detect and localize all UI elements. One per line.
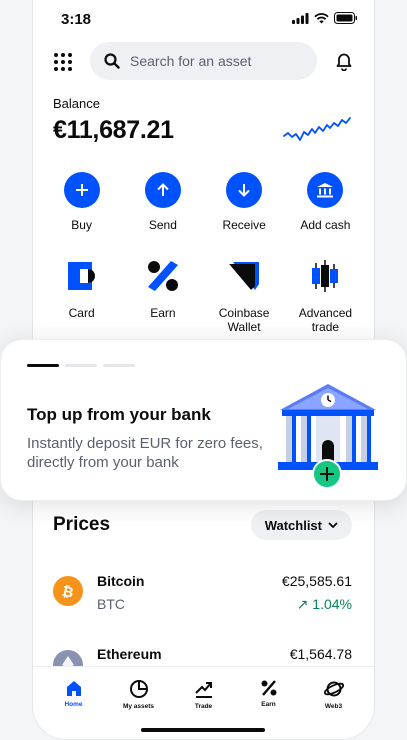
asset-name: Bitcoin	[97, 573, 145, 589]
watchlist-label: Watchlist	[264, 517, 322, 533]
pager-dot[interactable]	[27, 364, 59, 367]
app-grid-icon[interactable]	[53, 52, 73, 72]
wallet-icon	[229, 262, 260, 290]
home-indicator	[141, 728, 265, 732]
action-circle	[226, 172, 263, 208]
tab-trade[interactable]: Trade	[174, 679, 234, 710]
send-button[interactable]: Send	[127, 172, 199, 232]
promo-title: Top up from your bank	[27, 405, 211, 424]
earn-shortcut[interactable]: Earn	[127, 258, 199, 334]
coinbase-wallet-shortcut[interactable]: Coinbase Wallet	[208, 258, 280, 334]
wifi-icon	[314, 12, 329, 23]
action-circle	[144, 172, 181, 208]
tab-my-assets[interactable]: My assets	[109, 679, 169, 710]
pager-dot[interactable]	[65, 364, 97, 367]
promo-body: Instantly deposit EUR for zero fees, dir…	[27, 435, 263, 471]
product-icon-wrap	[64, 258, 100, 294]
asset-change: ↗ 1.04%	[296, 596, 352, 612]
asset-price: €1,564.78	[289, 646, 352, 662]
balance-value: €11,687.21	[53, 116, 174, 144]
buy-button[interactable]: Buy	[46, 172, 118, 232]
promo-pager	[27, 364, 135, 367]
card-icon	[67, 262, 95, 290]
battery-icon	[334, 12, 357, 24]
asset-row-bitcoin[interactable]: ₿ Bitcoin BTC €25,585.61 ↗ 1.04%	[33, 570, 374, 620]
plus-icon	[75, 184, 88, 196]
asset-name: Ethereum	[97, 646, 162, 662]
search-input[interactable]	[130, 53, 300, 69]
action-circle	[307, 172, 344, 208]
product-icon-wrap	[226, 258, 262, 294]
action-circle	[63, 172, 100, 208]
status-bar: 3:18	[33, 0, 374, 40]
quick-actions: Buy Send Receive Add cash	[33, 172, 374, 232]
action-label: Receive	[222, 218, 266, 232]
product-label: Advanced trade	[298, 306, 353, 334]
product-shortcuts: Card Earn Coinbase Wallet Advanced trade	[33, 258, 374, 334]
percent-icon	[147, 261, 178, 291]
pie-chart-icon	[129, 680, 148, 698]
bank-illustration-icon	[278, 384, 378, 489]
tab-list: Home My assets Trade Earn Web3	[33, 667, 374, 710]
product-label: Card	[68, 306, 95, 320]
asset-ticker: BTC	[97, 596, 125, 612]
product-icon-wrap	[145, 258, 181, 294]
promo-card[interactable]: Top up from your bank Instantly deposit …	[0, 339, 407, 501]
status-time: 3:18	[61, 11, 92, 28]
tab-label: My assets	[122, 703, 155, 710]
product-icon-wrap	[307, 258, 343, 294]
advanced-trade-shortcut[interactable]: Advanced trade	[289, 258, 361, 334]
chevron-down-icon	[328, 522, 338, 528]
action-label: Add cash	[300, 218, 351, 232]
card-shortcut[interactable]: Card	[46, 258, 118, 334]
trend-up-icon	[194, 682, 212, 698]
prices-title: Prices	[53, 514, 111, 535]
receive-button[interactable]: Receive	[208, 172, 280, 232]
balance-label: Balance	[53, 96, 100, 111]
notification-bell-icon[interactable]	[334, 51, 354, 71]
tab-label: Earn	[261, 701, 276, 708]
action-label: Buy	[71, 218, 92, 232]
product-label: Coinbase Wallet	[218, 306, 270, 334]
bank-icon	[317, 183, 334, 198]
tab-label: Home	[64, 701, 83, 708]
balance-sparkline[interactable]	[282, 114, 352, 146]
watchlist-dropdown[interactable]: Watchlist	[250, 510, 352, 540]
percent-icon	[261, 680, 276, 696]
product-label: Earn	[150, 306, 176, 320]
web3-globe-icon	[323, 681, 344, 697]
add-cash-button[interactable]: Add cash	[289, 172, 361, 232]
tab-label: Trade	[194, 703, 213, 710]
tab-label: Web3	[324, 703, 343, 710]
tab-earn[interactable]: Earn	[239, 679, 299, 710]
arrow-up-icon	[157, 183, 169, 196]
tab-home[interactable]: Home	[44, 679, 104, 710]
candlestick-icon	[312, 260, 339, 292]
asset-price: €25,585.61	[281, 573, 352, 589]
bitcoin-logo-icon: ₿	[53, 576, 83, 606]
arrow-down-icon	[238, 184, 250, 197]
action-label: Send	[148, 218, 177, 232]
pager-dot[interactable]	[103, 364, 135, 367]
signal-icon	[292, 12, 309, 24]
search-bar[interactable]	[90, 42, 317, 80]
status-icons	[292, 12, 358, 24]
top-bar	[33, 42, 374, 80]
bitcoin-symbol-icon: ₿	[61, 583, 75, 599]
svg-text:₿: ₿	[61, 583, 75, 599]
tab-web3[interactable]: Web3	[304, 679, 364, 710]
bottom-tab-bar: Home My assets Trade Earn Web3	[33, 666, 374, 739]
home-icon	[66, 681, 81, 696]
search-icon	[104, 53, 120, 69]
